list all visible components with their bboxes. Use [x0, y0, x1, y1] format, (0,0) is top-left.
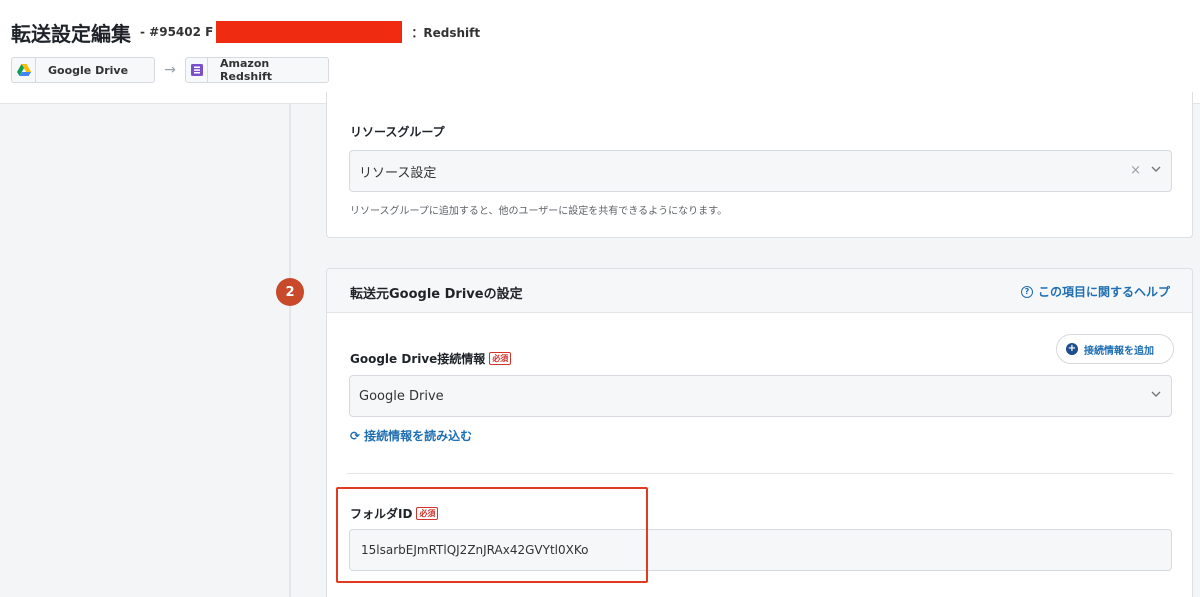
- resource-group-value: リソース設定: [359, 165, 437, 181]
- add-connection-button[interactable]: + 接続情報を追加: [1056, 334, 1174, 364]
- reload-connection-link[interactable]: ⟳ 接続情報を読み込む: [350, 427, 472, 444]
- page-title: 転送設定編集: [11, 21, 131, 46]
- refresh-icon: ⟳: [350, 428, 361, 443]
- folder-id-highlight: [336, 487, 648, 583]
- arrow-right-icon: →: [164, 62, 176, 78]
- resource-group-hint: リソースグループに追加すると、他のユーザーに設定を共有できるようになります。: [350, 206, 728, 217]
- help-link-label: この項目に関するヘルプ: [1037, 285, 1170, 299]
- connection-label-row: Google Drive接続情報 必須: [350, 348, 512, 367]
- step-number-badge: 2: [276, 278, 304, 306]
- page-header: 転送設定編集 - #95402 F ：Redshift Google Drive…: [0, 0, 1200, 104]
- redacted-name: [216, 21, 403, 43]
- resource-group-label: リソースグループ: [350, 125, 445, 139]
- connector-row: Google Drive → Amazon Redshift: [11, 57, 329, 83]
- amazon-redshift-icon: [186, 58, 209, 82]
- resource-group-select[interactable]: リソース設定 ×: [349, 150, 1172, 192]
- resource-group-card: リソースグループ リソース設定 × リソースグループに追加すると、他のユーザーに…: [326, 92, 1193, 238]
- help-link[interactable]: ? この項目に関するヘルプ: [1020, 283, 1170, 300]
- add-connection-label: 接続情報を追加: [1084, 345, 1154, 357]
- title-row: 転送設定編集 - #95402 F ：Redshift: [11, 18, 480, 46]
- chevron-down-icon: [1151, 166, 1161, 172]
- google-drive-icon: [12, 58, 36, 82]
- clear-icon[interactable]: ×: [1130, 163, 1141, 178]
- destination-suffix: ：Redshift: [411, 25, 481, 40]
- source-settings-title: 転送元Google Driveの設定: [350, 287, 523, 302]
- help-icon: ?: [1020, 285, 1033, 298]
- source-connector-chip: Google Drive: [11, 57, 155, 83]
- dest-connector-label: Amazon Redshift: [220, 57, 273, 83]
- timeline-line: [289, 104, 291, 597]
- connection-select-value: Google Drive: [359, 388, 444, 404]
- chevron-down-icon: [1151, 391, 1161, 397]
- plus-icon: +: [1066, 343, 1078, 355]
- connection-select[interactable]: Google Drive: [349, 375, 1172, 417]
- transfer-id: - #95402 F: [140, 25, 214, 39]
- connection-label: Google Drive接続情報: [350, 352, 486, 366]
- required-badge: 必須: [489, 352, 512, 365]
- section-divider: [347, 473, 1173, 474]
- reload-connection-label: 接続情報を読み込む: [364, 429, 473, 443]
- source-connector-label: Google Drive: [48, 63, 129, 77]
- source-settings-header: 転送元Google Driveの設定 ? この項目に関するヘルプ: [327, 269, 1192, 313]
- dest-connector-chip: Amazon Redshift: [185, 57, 329, 83]
